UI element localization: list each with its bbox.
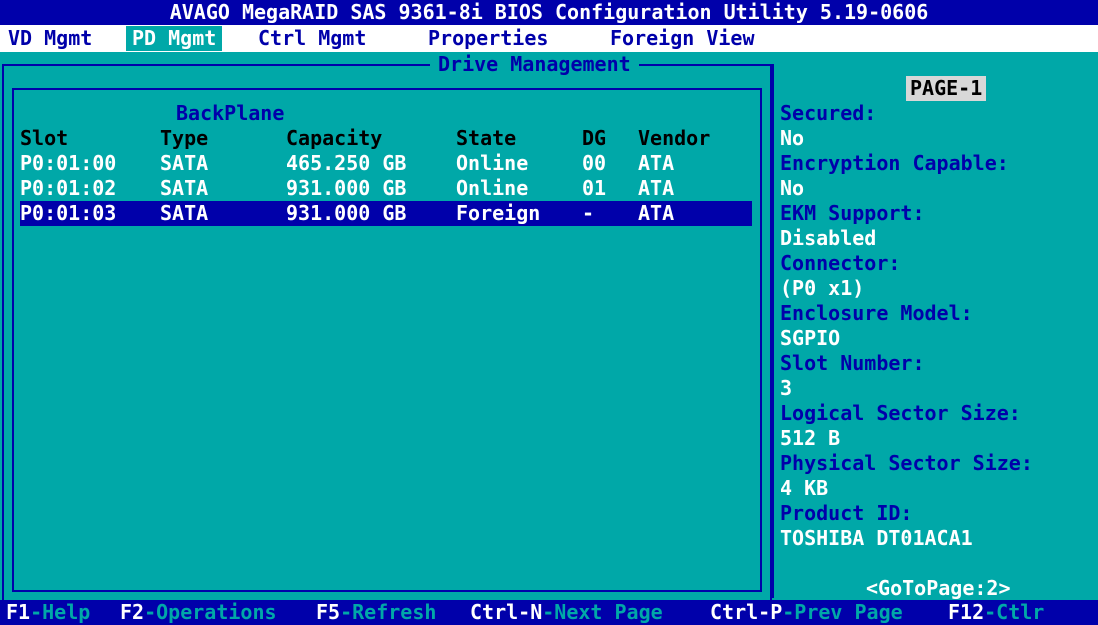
drive-capacity: 931.000 GB [286,176,407,200]
shortcut-key: F5 [316,600,341,624]
prop-connector-value: (P0 x1) [780,276,865,300]
menu-ctrl-mgmt[interactable]: Ctrl Mgmt [252,26,372,51]
shortcut-next-page[interactable]: Ctrl-N-Next Page [470,600,663,625]
header-vendor: Vendor [638,126,711,150]
window-title: AVAGO MegaRAID SAS 9361-8i BIOS Configur… [0,0,1098,25]
prop-logical-sector-size-value: 512 B [780,426,841,450]
drive-slot: P0:01:02 [20,176,117,200]
drive-state: Online [456,151,529,175]
header-type: Type [160,126,209,150]
menu-foreign-view[interactable]: Foreign View [604,26,761,51]
prop-secured-value: No [780,126,805,150]
prop-logical-sector-size-label: Logical Sector Size: [780,401,1021,425]
drive-type: SATA [160,176,209,200]
drive-type: SATA [160,151,209,175]
prop-product-id-value: TOSHIBA DT01ACA1 [780,526,973,550]
shortcut-operations[interactable]: F2-Operations [120,600,277,625]
prop-physical-sector-size-label: Physical Sector Size: [780,451,1033,475]
goto-page-link[interactable]: <GoToPage:2> [866,576,1011,601]
shortcut-desc: -Operations [144,600,277,624]
prop-slot-number-label: Slot Number: [780,351,925,375]
prop-connector-label: Connector: [780,251,901,275]
shortcut-desc: -Help [30,600,91,624]
shortcut-key: Ctrl-P [710,600,783,624]
drive-row-p0-01-02[interactable]: P0:01:02 SATA 931.000 GB Online 01 ATA [20,176,752,201]
prop-enclosure-model-label: Enclosure Model: [780,301,973,325]
prop-physical-sector-size-value: 4 KB [780,476,829,500]
shortcut-key: F1 [6,600,31,624]
shortcut-help[interactable]: F1-Help [6,600,90,625]
shortcut-key: F12 [948,600,985,624]
header-slot: Slot [20,126,69,150]
drive-state: Online [456,176,529,200]
shortcut-ctlr[interactable]: F12-Ctlr [948,600,1044,625]
header-dg: DG [582,126,607,150]
shortcut-desc: -Next Page [542,600,663,624]
prop-secured-label: Secured: [780,101,877,125]
header-capacity: Capacity [286,126,383,150]
header-state: State [456,126,517,150]
status-bar: F1-Help F2-Operations F5-Refresh Ctrl-N-… [0,600,1098,625]
drive-vendor: ATA [638,201,675,225]
drive-dg: - [582,201,595,225]
drive-vendor: ATA [638,151,675,175]
shortcut-key: Ctrl-N [470,600,543,624]
shortcut-desc: -Prev Page [782,600,903,624]
drive-type: SATA [160,201,209,225]
prop-product-id-label: Product ID: [780,501,913,525]
prop-encryption-capable-value: No [780,176,805,200]
prop-slot-number-value: 3 [780,376,793,400]
drive-row-p0-01-03[interactable]: P0:01:03 SATA 931.000 GB Foreign - ATA [20,201,752,226]
drive-capacity: 931.000 GB [286,201,407,225]
shortcut-desc: -Refresh [340,600,437,624]
shortcut-key: F2 [120,600,145,624]
prop-enclosure-model-value: SGPIO [780,326,841,350]
drive-dg: 00 [582,151,607,175]
prop-ekm-support-label: EKM Support: [780,201,925,225]
prop-ekm-support-value: Disabled [780,226,877,250]
drive-management-title: Drive Management [430,52,639,77]
drive-vendor: ATA [638,176,675,200]
drive-dg: 01 [582,176,607,200]
shortcut-refresh[interactable]: F5-Refresh [316,600,436,625]
drive-row-p0-01-00[interactable]: P0:01:00 SATA 465.250 GB Online 00 ATA [20,151,752,176]
menu-properties[interactable]: Properties [422,26,554,51]
prop-encryption-capable-label: Encryption Capable: [780,151,1009,175]
drive-slot: P0:01:00 [20,151,117,175]
shortcut-prev-page[interactable]: Ctrl-P-Prev Page [710,600,903,625]
backplane-label: BackPlane [176,101,285,125]
drive-table-header: Slot Type Capacity State DG Vendor [20,126,752,151]
drive-capacity: 465.250 GB [286,151,407,175]
page-indicator: PAGE-1 [906,76,987,101]
menu-vd-mgmt[interactable]: VD Mgmt [2,26,98,51]
menu-pd-mgmt[interactable]: PD Mgmt [126,26,223,51]
drive-state: Foreign [456,201,541,225]
menu-bar: VD Mgmt PD Mgmt Ctrl Mgmt Properties For… [0,25,1098,52]
shortcut-desc: -Ctlr [984,600,1045,624]
drive-slot: P0:01:03 [20,201,117,225]
